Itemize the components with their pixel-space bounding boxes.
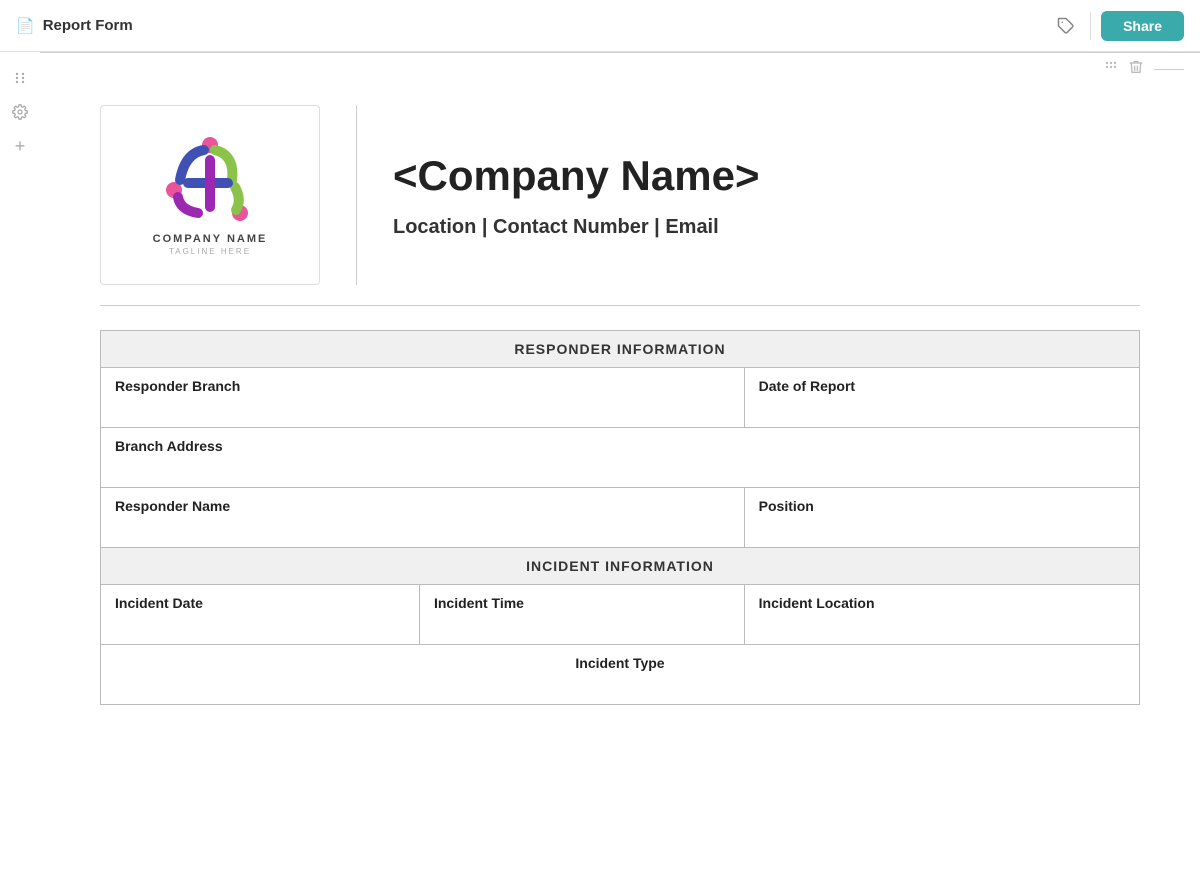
main-area: +	[0, 52, 1200, 745]
top-rule-short	[1154, 69, 1184, 70]
bottom-header-divider	[100, 305, 1140, 306]
drag-handle-icon[interactable]	[10, 68, 30, 88]
table-row: Branch Address	[101, 428, 1140, 488]
topbar-divider	[1090, 12, 1091, 40]
incident-type-label: Incident Type	[575, 655, 664, 671]
logo-image	[160, 135, 260, 225]
topbar-title: Report Form	[43, 17, 133, 34]
topbar-left: 📄 Report Form	[16, 17, 133, 35]
position-label: Position	[759, 498, 814, 514]
section-header-responder: RESPONDER INFORMATION	[101, 331, 1140, 368]
grid-icon[interactable]	[1104, 60, 1118, 78]
incident-date-cell: Incident Date	[101, 585, 420, 645]
doc-icon: 📄	[16, 17, 35, 35]
incident-type-cell: Incident Type	[101, 645, 1140, 705]
topbar: 📄 Report Form Share	[0, 0, 1200, 52]
company-info: Location | Contact Number | Email	[393, 216, 1140, 239]
responder-name-label: Responder Name	[115, 498, 230, 514]
table-row: RESPONDER INFORMATION	[101, 331, 1140, 368]
position-cell: Position	[744, 488, 1139, 548]
table-row: Incident Type	[101, 645, 1140, 705]
incident-time-cell: Incident Time	[419, 585, 744, 645]
add-icon[interactable]: +	[10, 136, 30, 156]
incident-location-cell: Incident Location	[744, 585, 1139, 645]
header-section: COMPANY NAME TAGLINE HERE <Company Name>…	[40, 85, 1200, 305]
company-name-heading: <Company Name>	[393, 152, 1140, 200]
top-tool-row	[40, 53, 1200, 85]
incident-date-label: Incident Date	[115, 595, 203, 611]
share-button[interactable]: Share	[1101, 11, 1184, 41]
incident-location-label: Incident Location	[759, 595, 875, 611]
logo-box: COMPANY NAME TAGLINE HERE	[100, 105, 320, 285]
header-text: <Company Name> Location | Contact Number…	[393, 105, 1140, 285]
header-divider	[356, 105, 357, 285]
logo-tagline: TAGLINE HERE	[169, 247, 251, 256]
branch-address-label: Branch Address	[115, 438, 223, 454]
left-tools: +	[0, 52, 40, 745]
section-header-incident: INCIDENT INFORMATION	[101, 548, 1140, 585]
table-row: Responder Name Position	[101, 488, 1140, 548]
logo-company-name: COMPANY NAME	[153, 233, 268, 245]
topbar-right: Share	[1052, 11, 1184, 41]
responder-branch-cell: Responder Branch	[101, 368, 745, 428]
tag-icon[interactable]	[1052, 12, 1080, 40]
delete-icon[interactable]	[1128, 59, 1144, 79]
table-row: Incident Date Incident Time Incident Loc…	[101, 585, 1140, 645]
date-of-report-cell: Date of Report	[744, 368, 1139, 428]
incident-time-label: Incident Time	[434, 595, 524, 611]
date-of-report-label: Date of Report	[759, 378, 855, 394]
responder-name-cell: Responder Name	[101, 488, 745, 548]
canvas: COMPANY NAME TAGLINE HERE <Company Name>…	[40, 52, 1200, 745]
branch-address-cell: Branch Address	[101, 428, 1140, 488]
settings-icon[interactable]	[10, 102, 30, 122]
table-row: INCIDENT INFORMATION	[101, 548, 1140, 585]
report-table: RESPONDER INFORMATION Responder Branch D…	[100, 330, 1140, 705]
responder-branch-label: Responder Branch	[115, 378, 240, 394]
table-row: Responder Branch Date of Report	[101, 368, 1140, 428]
